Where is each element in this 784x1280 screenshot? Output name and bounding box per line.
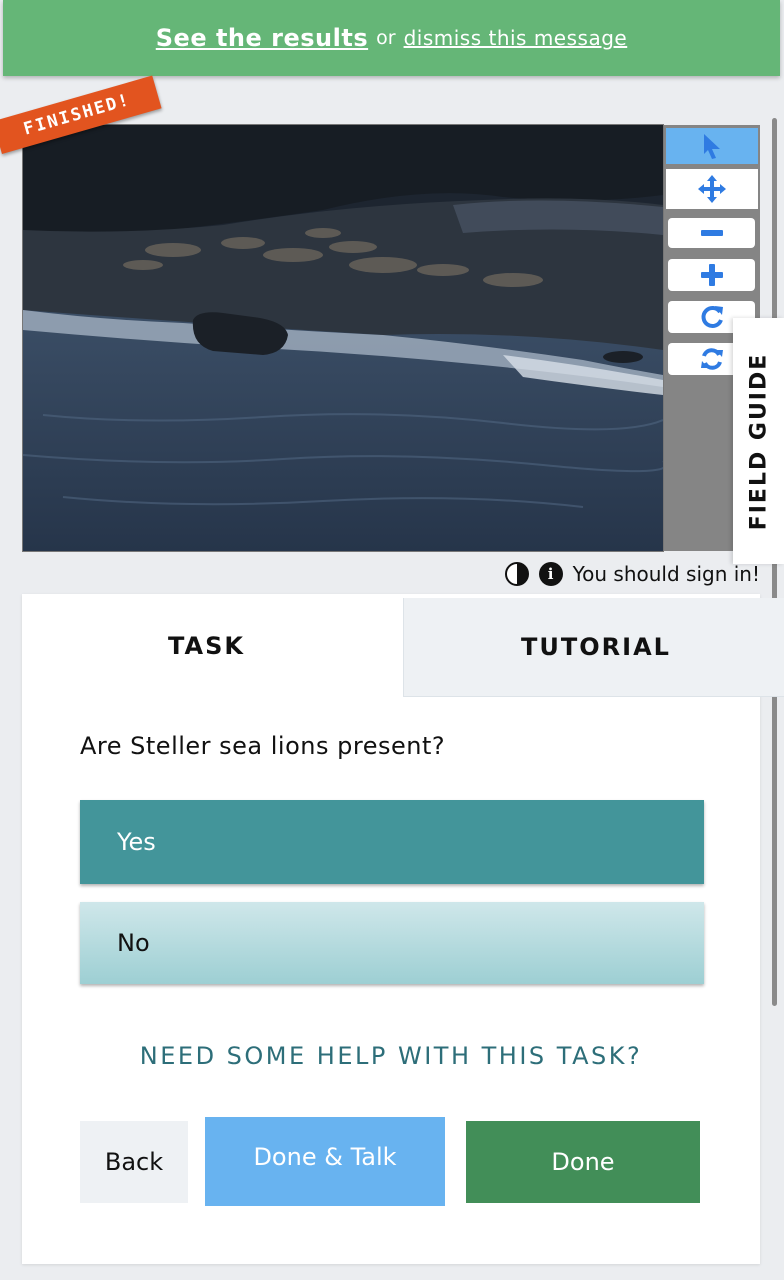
answer-no-label: No: [117, 929, 150, 957]
pointer-tool-button[interactable]: [666, 128, 758, 164]
zoom-in-button[interactable]: [668, 259, 755, 291]
task-panel: TASK TUTORIAL Are Steller sea lions pres…: [22, 594, 784, 1264]
answer-yes-button[interactable]: Yes: [80, 800, 704, 884]
plus-icon: [700, 264, 723, 286]
dismiss-message-link[interactable]: dismiss this message: [404, 26, 628, 50]
subject-photo: [23, 125, 663, 551]
back-button[interactable]: Back: [80, 1121, 188, 1203]
pan-tool-button[interactable]: [666, 169, 758, 209]
zoom-out-button[interactable]: [668, 218, 755, 248]
info-icon[interactable]: i: [538, 562, 563, 586]
subject-meta-bar: i You should sign in!: [504, 558, 760, 590]
done-button[interactable]: Done: [466, 1121, 700, 1203]
tab-task[interactable]: TASK: [22, 594, 391, 698]
see-results-link[interactable]: See the results: [156, 24, 368, 52]
tab-tutorial[interactable]: TUTORIAL: [403, 598, 784, 697]
invert-contrast-icon[interactable]: [504, 562, 529, 586]
field-guide-tab[interactable]: FIELD GUIDE: [733, 318, 784, 564]
answer-yes-label: Yes: [117, 828, 156, 856]
subject-image[interactable]: [22, 124, 664, 552]
move-arrows-icon: [698, 175, 726, 203]
minus-icon: [700, 230, 723, 236]
results-banner: See the results or dismiss this message: [3, 0, 780, 76]
banner-or-text: or: [376, 27, 396, 49]
field-guide-label: FIELD GUIDE: [746, 352, 771, 530]
answer-no-button[interactable]: No: [80, 902, 704, 984]
sign-in-text[interactable]: You should sign in!: [573, 562, 760, 586]
rotate-icon: [701, 306, 723, 328]
refresh-icon: [700, 348, 723, 370]
task-help-link[interactable]: NEED SOME HELP WITH THIS TASK?: [22, 1042, 760, 1070]
pointer-icon: [704, 134, 720, 159]
task-question: Are Steller sea lions present?: [80, 732, 446, 760]
done-and-talk-button[interactable]: Done & Talk: [205, 1117, 445, 1206]
